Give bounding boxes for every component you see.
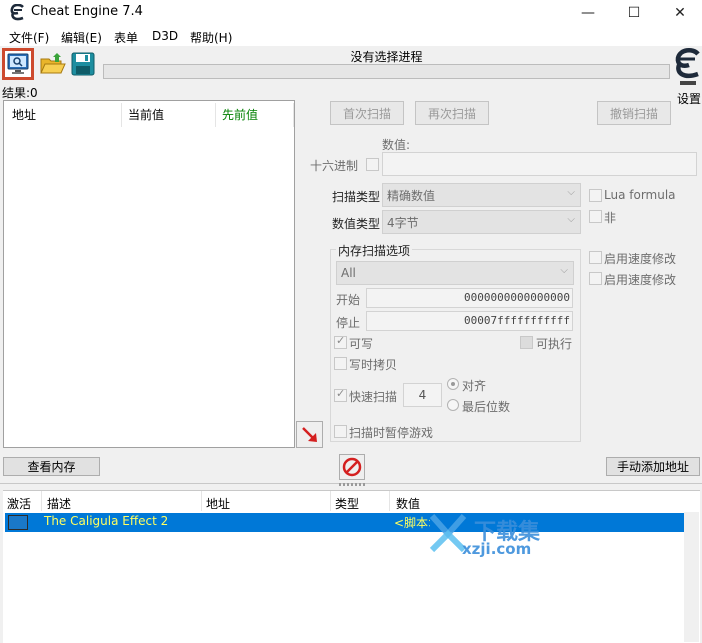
chevron-down-icon: ⌵ xyxy=(567,187,575,198)
speedhack-checkbox-1[interactable] xyxy=(589,251,602,264)
column-current-value[interactable]: 当前值 xyxy=(128,106,164,123)
select-process-button[interactable] xyxy=(2,48,34,80)
undo-scan-button[interactable]: 撤销扫描 xyxy=(597,101,671,125)
menu-edit[interactable]: 编辑(E) xyxy=(61,29,102,46)
scan-value-input[interactable] xyxy=(382,152,697,176)
save-icon xyxy=(71,52,95,76)
fast-scan-alignment-input[interactable]: 4 xyxy=(403,383,442,407)
column-previous-value[interactable]: 先前值 xyxy=(222,106,258,123)
column-divider xyxy=(293,103,294,127)
writable-label: 可写 xyxy=(349,337,374,351)
writable-checkbox[interactable] xyxy=(334,334,347,349)
start-address-input[interactable]: 0000000000000000 xyxy=(366,288,573,308)
chevron-down-icon: ⌵ xyxy=(560,265,568,276)
column-divider xyxy=(330,491,331,511)
not-checkbox[interactable] xyxy=(589,210,602,223)
column-active[interactable]: 激活 xyxy=(7,495,31,512)
first-scan-button[interactable]: 首次扫描 xyxy=(330,101,404,125)
splitter-grip[interactable] xyxy=(339,483,365,486)
settings-label[interactable]: 设置 xyxy=(677,90,701,107)
scan-type-label: 扫描类型 xyxy=(332,190,381,204)
watermark-url: xzji.com xyxy=(462,540,532,558)
value-type-select[interactable]: 4字节 ⌵ xyxy=(382,210,581,234)
stop-address-label: 停止 xyxy=(336,316,361,330)
speedhack-label-2: 启用速度修改 xyxy=(604,273,677,287)
red-arrow-icon xyxy=(301,426,317,442)
next-scan-button[interactable]: 再次扫描 xyxy=(415,101,489,125)
column-divider xyxy=(389,491,390,511)
executable-checkbox[interactable] xyxy=(520,336,533,349)
executable-label: 可执行 xyxy=(536,337,573,351)
scan-type-value: 精确数值 xyxy=(387,188,436,203)
column-address[interactable]: 地址 xyxy=(206,495,230,512)
row-value: <脚本> xyxy=(394,516,430,530)
align-radio[interactable] xyxy=(447,378,459,390)
process-label: 没有选择进程 xyxy=(350,50,423,64)
column-description[interactable]: 描述 xyxy=(47,495,71,512)
last-digits-label: 最后位数 xyxy=(462,400,511,414)
column-divider xyxy=(201,491,202,511)
maximize-button[interactable]: ☐ xyxy=(612,0,656,26)
value-label: 数值: xyxy=(382,138,411,152)
speedhack-label-1: 启用速度修改 xyxy=(604,252,677,266)
column-divider xyxy=(121,103,122,127)
results-count: 结果:0 xyxy=(2,86,38,100)
open-folder-icon xyxy=(40,53,66,74)
scan-progress-bar xyxy=(103,64,670,79)
align-label: 对齐 xyxy=(462,379,487,393)
fast-scan-checkbox[interactable] xyxy=(334,387,347,402)
menu-file[interactable]: 文件(F) xyxy=(9,29,49,46)
found-addresses-list[interactable]: 地址 当前值 先前值 xyxy=(3,100,295,448)
copy-on-write-label: 写时拷贝 xyxy=(349,358,398,372)
column-address[interactable]: 地址 xyxy=(12,106,36,123)
value-type-label: 数值类型 xyxy=(332,217,381,231)
save-file-button[interactable] xyxy=(67,48,99,80)
row-description: The Caligula Effect 2 xyxy=(44,514,169,528)
minimize-button[interactable]: — xyxy=(566,0,610,26)
cheat-engine-icon xyxy=(10,3,26,21)
fast-scan-label: 快速扫描 xyxy=(349,390,398,404)
menu-d3d[interactable]: D3D xyxy=(152,29,178,43)
memory-region-select[interactable]: All ⌵ xyxy=(336,261,574,285)
table-scrollbar[interactable] xyxy=(684,512,699,642)
chevron-down-icon: ⌵ xyxy=(567,214,575,225)
last-digits-radio[interactable] xyxy=(447,399,459,411)
copy-on-write-checkbox[interactable] xyxy=(334,357,347,370)
scan-type-select[interactable]: 精确数值 ⌵ xyxy=(382,183,581,207)
column-divider xyxy=(41,491,42,511)
menu-bar xyxy=(0,26,702,46)
memory-region-value: All xyxy=(341,266,356,280)
column-divider xyxy=(215,103,216,127)
menu-table[interactable]: 表单 xyxy=(114,29,138,46)
stop-address-input[interactable]: 00007fffffffffff xyxy=(366,311,573,331)
start-address-label: 开始 xyxy=(336,293,361,307)
value-type-value: 4字节 xyxy=(387,215,419,230)
lua-formula-label: Lua formula xyxy=(604,188,676,202)
hex-checkbox[interactable] xyxy=(366,158,379,171)
menu-help[interactable]: 帮助(H) xyxy=(190,29,232,46)
memory-options-title: 内存扫描选项 xyxy=(336,242,413,259)
lua-formula-checkbox[interactable] xyxy=(589,189,602,202)
hex-label: 十六进制 xyxy=(310,159,359,173)
active-checkbox[interactable] xyxy=(8,515,28,530)
cheat-engine-logo-icon[interactable] xyxy=(674,47,702,89)
window-title: Cheat Engine 7.4 xyxy=(31,4,143,19)
open-file-button[interactable] xyxy=(37,48,69,80)
pause-game-label: 扫描时暂停游戏 xyxy=(349,426,434,440)
close-button[interactable]: ✕ xyxy=(658,0,702,26)
view-memory-button[interactable]: 查看内存 xyxy=(3,457,100,476)
speedhack-checkbox-2[interactable] xyxy=(589,272,602,285)
not-label: 非 xyxy=(604,211,617,225)
no-entry-icon xyxy=(342,457,362,477)
stop-button[interactable] xyxy=(339,454,365,480)
column-type[interactable]: 类型 xyxy=(335,495,359,512)
add-to-list-button[interactable] xyxy=(296,421,323,448)
add-address-manually-button[interactable]: 手动添加地址 xyxy=(606,457,700,476)
column-value[interactable]: 数值 xyxy=(396,495,420,512)
computer-icon xyxy=(7,53,29,74)
pause-game-checkbox[interactable] xyxy=(334,425,347,438)
